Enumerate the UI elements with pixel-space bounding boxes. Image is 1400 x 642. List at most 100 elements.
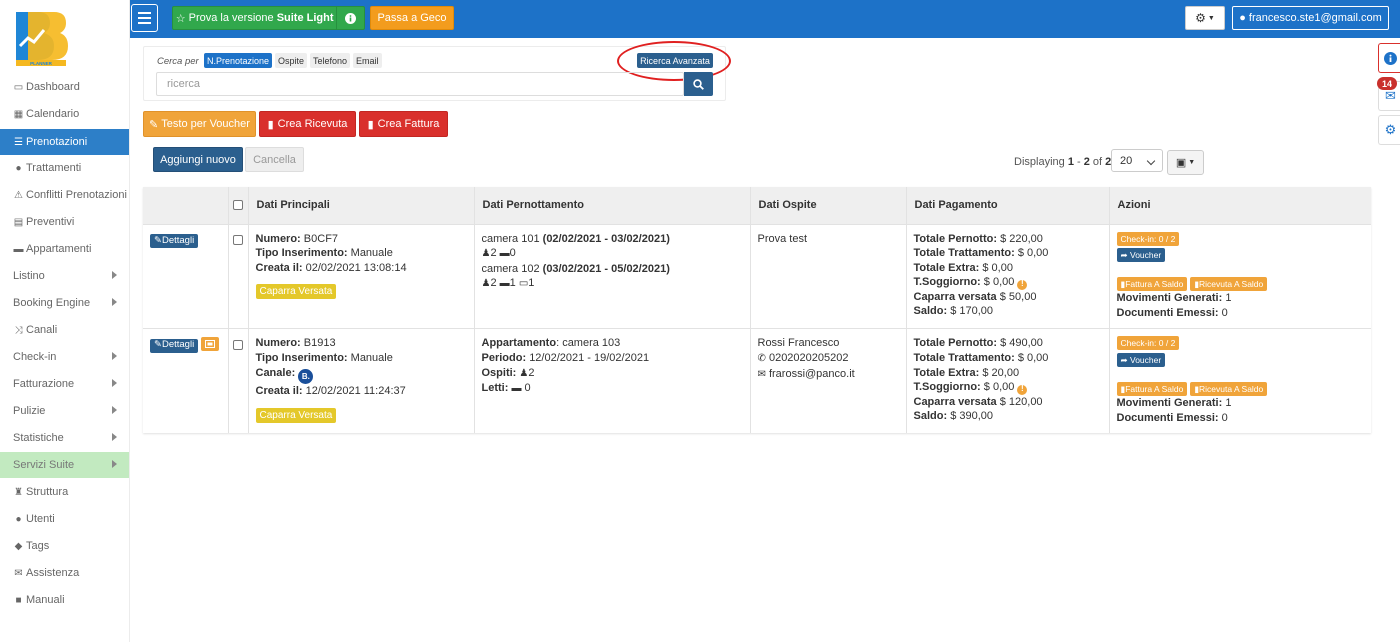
sidebar-item-label: Check-in — [13, 351, 57, 363]
passa-a-geco-button[interactable]: Passa a Geco — [370, 6, 454, 30]
dettagli-button[interactable]: ✎ Dettagli — [150, 338, 199, 353]
info-icon[interactable] — [337, 7, 364, 29]
sidebar-item-assistenza[interactable]: ✉ Assistenza — [0, 560, 129, 586]
sidebar-item-utenti[interactable]: ● Utenti — [0, 506, 129, 532]
tags-icon: ◆ — [14, 540, 23, 552]
extra-value: $ 0,00 — [982, 261, 1013, 274]
sidebar-item-listino[interactable]: Listino — [0, 263, 129, 289]
page-size-value: 20 — [1120, 154, 1133, 167]
stay-details: ♟2 ▬0 — [482, 246, 743, 262]
crea-ricevuta-button[interactable]: ▮ Crea Ricevuta — [259, 111, 356, 137]
sidebar-item-struttura[interactable]: ♜ Struttura — [0, 479, 129, 505]
chip-ospite[interactable]: Ospite — [275, 53, 308, 68]
creata-value: 02/02/2021 13:08:14 — [305, 261, 407, 274]
sidebar-item-tags[interactable]: ◆ Tags — [0, 533, 129, 559]
settings-float-button[interactable]: ⚙ — [1378, 115, 1400, 145]
cancella-button[interactable]: Cancella — [245, 147, 304, 172]
movimenti-value: 1 — [1225, 397, 1232, 410]
logo-text: PLANNER — [30, 61, 53, 66]
fattura-a-saldo-button[interactable]: ▮Fattura A Saldo — [1116, 276, 1188, 291]
voucher-button[interactable]: ➦ Voucher — [1116, 248, 1166, 263]
sidebar-item-check-in[interactable]: Check-in — [0, 344, 129, 370]
info-icon — [1384, 51, 1397, 65]
chevron-right-icon — [112, 298, 117, 306]
sidebar-item-trattamenti[interactable]: ● Trattamenti — [0, 155, 129, 181]
periodo-label: Periodo: — [481, 352, 527, 365]
sidebar-item-servizi-suite[interactable]: Servizi Suite — [0, 452, 129, 478]
sidebar-item-conflitti[interactable]: ⚠ Conflitti Prenotazioni — [0, 182, 129, 208]
creata-label: Creata il: — [255, 385, 303, 398]
select-all-checkbox[interactable] — [232, 200, 243, 211]
chip-email[interactable]: Email — [353, 53, 382, 68]
aggiungi-nuovo-button[interactable]: Aggiungi nuovo — [153, 147, 243, 172]
bed-icon: ▬ — [13, 243, 24, 255]
check-in-button[interactable]: Check-in: 0 / 2 — [1116, 336, 1180, 351]
fattura-saldo-label: Fattura A Saldo — [1125, 383, 1184, 394]
creata-line: Creata il: 02/02/2021 13:08:14 — [256, 261, 467, 276]
pencil-icon: ✎ — [154, 339, 162, 351]
extra-label: Totale Extra: — [913, 261, 980, 274]
pencil-icon: ✎ — [154, 234, 162, 246]
page-size-select[interactable]: 20 — [1111, 149, 1163, 172]
print-dropdown[interactable]: ▣ ▼ — [1167, 150, 1204, 175]
hamburger-menu-button[interactable] — [131, 4, 158, 32]
ricevuta-a-saldo-button[interactable]: ▮Ricevuta A Saldo — [1190, 381, 1268, 396]
sidebar-item-dashboard[interactable]: ▭ Dashboard — [0, 74, 129, 100]
search-input[interactable]: ricerca — [156, 72, 684, 96]
check-in-button[interactable]: Check-in: 0 / 2 — [1116, 231, 1180, 246]
warning-icon: ⚠ — [14, 189, 23, 201]
sidebar-item-label: Prenotazioni — [26, 136, 88, 148]
row-checkbox[interactable] — [232, 339, 243, 350]
bb-planner-logo[interactable]: PLANNER — [10, 8, 70, 68]
sidebar-item-label: Utenti — [26, 513, 55, 525]
suite-light-label[interactable]: ☆ Prova la versione Suite Light — [173, 7, 338, 29]
sidebar-item-prenotazioni[interactable]: ☰ Prenotazioni — [0, 129, 129, 155]
search-button[interactable] — [684, 72, 713, 96]
guest-email[interactable]: frarossi@panco.it — [769, 368, 855, 380]
table-row: ✎ Dettagli Numero: B0CF7 Tipo Inserimento… — [143, 223, 1371, 329]
sidebar-item-pulizie[interactable]: Pulizie — [0, 398, 129, 424]
crea-fattura-button[interactable]: ▮ Crea Fattura — [359, 111, 448, 137]
suite-light-button[interactable]: ☆ Prova la versione Suite Light — [172, 6, 365, 30]
extra-label: Totale Extra: — [913, 366, 980, 379]
cell-select — [228, 328, 249, 434]
dashboard-icon: ▭ — [13, 81, 24, 93]
ricevuta-a-saldo-button[interactable]: ▮Ricevuta A Saldo — [1190, 276, 1268, 291]
sidebar-item-label: Calendario — [26, 108, 80, 120]
cell-dati-pagamento: Totale Pernotto: $ 490,00 Totale Trattam… — [906, 328, 1110, 434]
ricevuta-saldo-label: Ricevuta A Saldo — [1199, 278, 1264, 289]
stay-line: camera 101 (02/02/2021 - 03/02/2021) — [482, 232, 743, 247]
sidebar-item-appartamenti[interactable]: ▬ Appartamenti — [0, 236, 129, 262]
tipo-label: Tipo Inserimento: — [255, 352, 348, 365]
sidebar-item-calendario[interactable]: ▦ Calendario — [0, 101, 129, 127]
dettagli-button[interactable]: ✎ Dettagli — [150, 233, 199, 248]
booking-channel-icon: B. — [298, 369, 314, 385]
sidebar-item-statistiche[interactable]: Statistiche — [0, 425, 129, 451]
sidebar-item-label: Assistenza — [26, 567, 80, 579]
documenti-label: Documenti Emessi: — [1116, 306, 1219, 319]
sidebar-item-canali[interactable]: ⤨ Canali — [0, 317, 129, 343]
bookings-table: Dati Principali Dati Pernottamento Dati … — [143, 187, 1371, 434]
chip-telefono[interactable]: Telefono — [310, 53, 351, 68]
testo-per-voucher-button[interactable]: ✎ Testo per Voucher — [143, 111, 256, 137]
fattura-a-saldo-button[interactable]: ▮Fattura A Saldo — [1116, 381, 1188, 396]
button-label: Crea Fattura — [377, 118, 440, 130]
info-float-button[interactable] — [1378, 43, 1400, 73]
sidebar-item-preventivi[interactable]: ▤ Preventivi — [0, 209, 129, 235]
voucher-ticket-icon[interactable] — [201, 337, 220, 352]
fattura-saldo-label: Fattura A Saldo — [1125, 278, 1184, 289]
numero-label: Numero: — [255, 337, 301, 350]
sidebar-item-manuali[interactable]: ■ Manuali — [0, 587, 129, 613]
sidebar: PLANNER ▭ Dashboard ▦ Calendario ☰ Prenotaz… — [0, 0, 130, 642]
appartamento-label: Appartamento — [481, 337, 557, 350]
documenti-value: 0 — [1221, 411, 1228, 424]
chip-n-prenotazione[interactable]: N.Prenotazione — [204, 53, 273, 68]
sidebar-item-fatturazione[interactable]: Fatturazione — [0, 371, 129, 397]
cell-dati-principali: Numero: B0CF7 Tipo Inserimento: Manuale … — [248, 223, 475, 329]
sidebar-item-booking-engine[interactable]: Booking Engine — [0, 290, 129, 316]
voucher-button[interactable]: ➦ Voucher — [1116, 353, 1166, 368]
user-account-button[interactable]: ● francesco.ste1@gmail.com — [1232, 6, 1389, 30]
row-checkbox[interactable] — [232, 234, 243, 245]
settings-dropdown[interactable]: ⚙ ▼ — [1185, 6, 1225, 30]
voucher-label: Voucher — [1130, 250, 1162, 261]
